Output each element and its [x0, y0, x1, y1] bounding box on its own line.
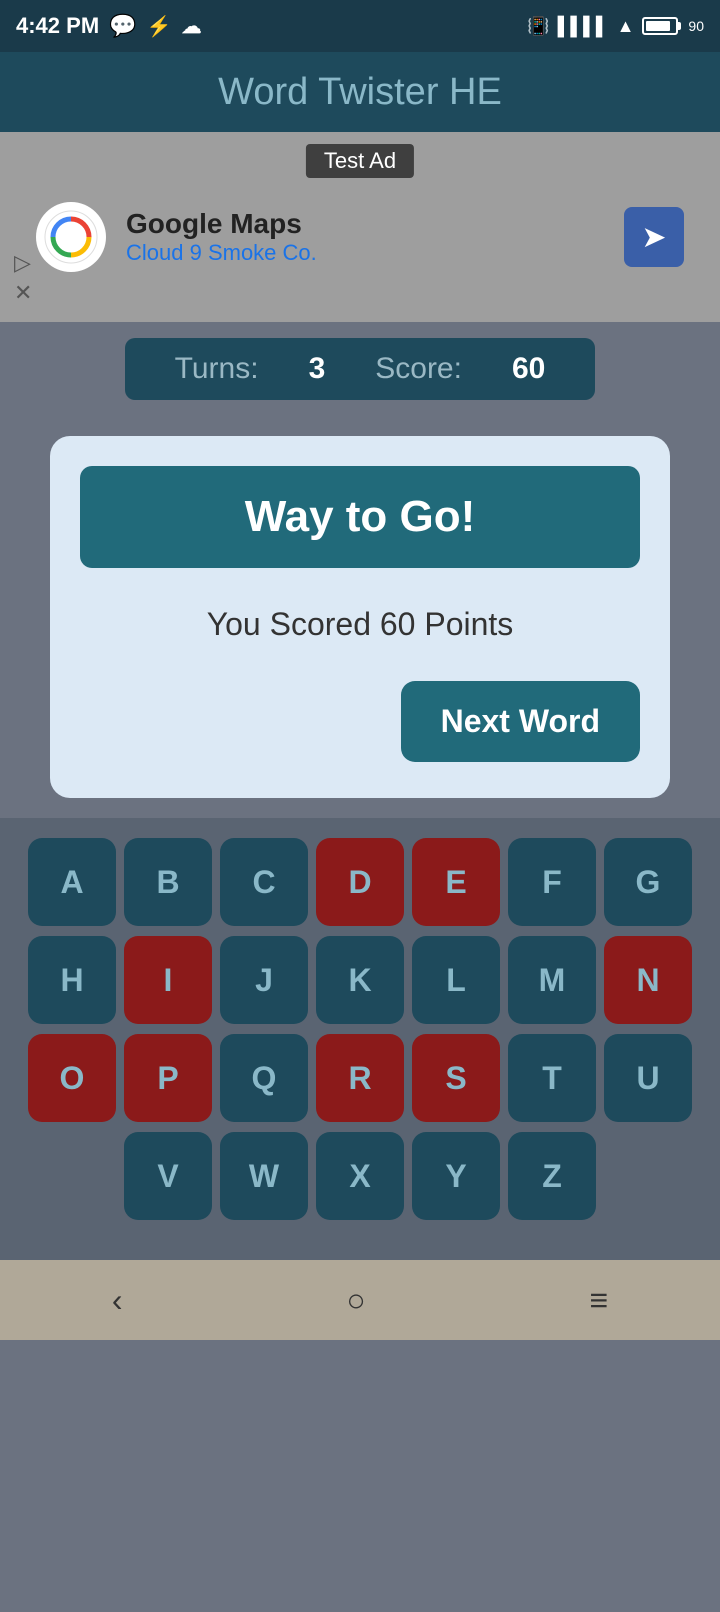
key-S[interactable]: S [412, 1034, 500, 1122]
key-V[interactable]: V [124, 1132, 212, 1220]
key-I[interactable]: I [124, 936, 212, 1024]
key-Z[interactable]: Z [508, 1132, 596, 1220]
score-value: 60 [512, 352, 545, 386]
ad-subtitle: Cloud 9 Smoke Co. [126, 240, 624, 266]
modal-score-text: You Scored 60 Points [207, 596, 514, 653]
ad-banner[interactable]: Test Ad Google Maps Cloud 9 Smoke Co. ➤ … [0, 132, 720, 322]
modal-card: Way to Go! You Scored 60 Points Next Wor… [50, 436, 670, 798]
home-button[interactable]: ○ [346, 1282, 365, 1319]
score-label: Score: [375, 352, 462, 386]
key-A[interactable]: A [28, 838, 116, 926]
key-G[interactable]: G [604, 838, 692, 926]
key-C[interactable]: C [220, 838, 308, 926]
modal-title-bar: Way to Go! [80, 466, 640, 568]
app-title: Word Twister HE [218, 71, 502, 114]
vibrate-icon: 📳 [527, 16, 549, 37]
key-T[interactable]: T [508, 1034, 596, 1122]
key-H[interactable]: H [28, 936, 116, 1024]
ad-logo [36, 202, 106, 272]
key-X[interactable]: X [316, 1132, 404, 1220]
app-header: Word Twister HE [0, 52, 720, 132]
key-row-2: HIJKLMN [10, 936, 710, 1024]
key-row-3: OPQRSTU [10, 1034, 710, 1122]
key-Y[interactable]: Y [412, 1132, 500, 1220]
key-U[interactable]: U [604, 1034, 692, 1122]
key-N[interactable]: N [604, 936, 692, 1024]
ad-arrow-icon[interactable]: ➤ [624, 207, 684, 267]
battery-level: 90 [688, 18, 704, 34]
ad-label: Test Ad [306, 144, 414, 178]
key-P[interactable]: P [124, 1034, 212, 1122]
key-D[interactable]: D [316, 838, 404, 926]
turns-label: Turns: [175, 352, 259, 386]
turns-value: 3 [309, 352, 326, 386]
key-B[interactable]: B [124, 838, 212, 926]
menu-button[interactable]: ≡ [589, 1282, 608, 1319]
key-row-4: VWXYZ [10, 1132, 710, 1220]
score-pill: Turns: 3 Score: 60 [125, 338, 596, 400]
key-K[interactable]: K [316, 936, 404, 1024]
ad-play-icon[interactable]: ▷ [14, 250, 32, 276]
ad-company-name: Google Maps [126, 208, 624, 240]
key-F[interactable]: F [508, 838, 596, 926]
key-W[interactable]: W [220, 1132, 308, 1220]
signal-icon: ▌▌▌▌ [558, 16, 609, 37]
key-R[interactable]: R [316, 1034, 404, 1122]
whatsapp-icon: 💬 [109, 13, 136, 39]
time-display: 4:42 PM [16, 13, 99, 39]
key-E[interactable]: E [412, 838, 500, 926]
key-row-1: ABCDEFG [10, 838, 710, 926]
ad-controls: ▷ ✕ [14, 250, 32, 306]
wifi-icon: ▲ [617, 16, 635, 37]
cloud-icon: ☁ [181, 14, 201, 39]
keyboard-area: ABCDEFG HIJKLMN OPQRSTU VWXYZ [0, 818, 720, 1260]
next-word-button[interactable]: Next Word [401, 681, 640, 762]
key-Q[interactable]: Q [220, 1034, 308, 1122]
key-M[interactable]: M [508, 936, 596, 1024]
key-L[interactable]: L [412, 936, 500, 1024]
battery-icon [642, 17, 678, 35]
modal-title: Way to Go! [245, 492, 476, 541]
back-button[interactable]: ‹ [112, 1282, 123, 1319]
status-right: 📳 ▌▌▌▌ ▲ 90 [527, 16, 704, 37]
usb-icon: ⚡ [147, 14, 172, 39]
key-O[interactable]: O [28, 1034, 116, 1122]
ad-content: Google Maps Cloud 9 Smoke Co. ➤ [36, 202, 684, 272]
status-bar: 4:42 PM 💬 ⚡ ☁ 📳 ▌▌▌▌ ▲ 90 [0, 0, 720, 52]
ad-close-icon[interactable]: ✕ [14, 280, 32, 306]
ad-text-block: Google Maps Cloud 9 Smoke Co. [126, 208, 624, 266]
key-J[interactable]: J [220, 936, 308, 1024]
status-left: 4:42 PM 💬 ⚡ ☁ [16, 13, 201, 39]
score-bar: Turns: 3 Score: 60 [0, 322, 720, 416]
nav-bar: ‹ ○ ≡ [0, 1260, 720, 1340]
